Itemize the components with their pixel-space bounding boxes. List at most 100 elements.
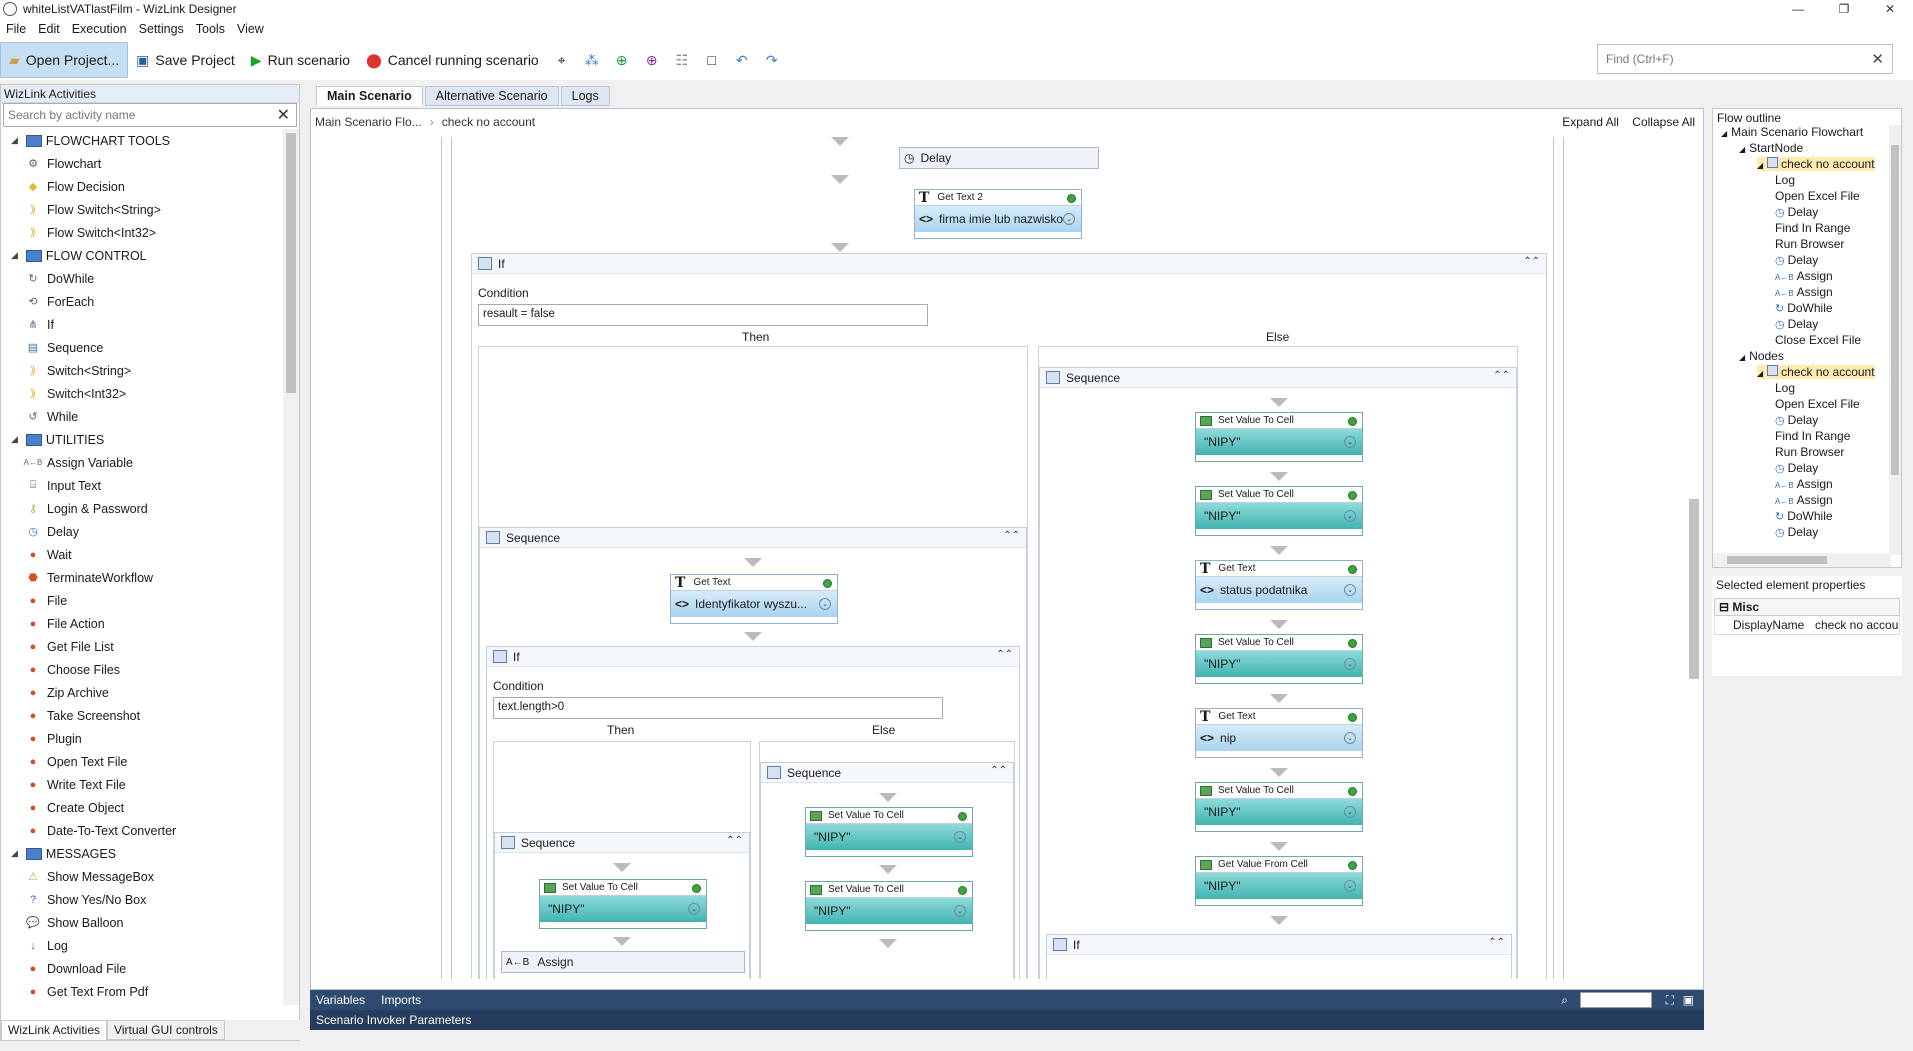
expander-icon[interactable]: ◢ [1739, 353, 1745, 362]
target-purple-icon[interactable]: ⊕ [637, 42, 667, 78]
get-text-activity[interactable]: T Get Text <> Identyfikator wyszu... ⌄ [670, 574, 838, 624]
outline-node[interactable]: Close Excel File [1775, 333, 1861, 347]
activity-item[interactable]: ⟲ ForEach [1, 290, 283, 313]
close-button[interactable]: ✕ [1867, 0, 1913, 18]
activity-item[interactable]: ● File Action [1, 612, 283, 635]
outline-node[interactable]: Run Browser [1775, 237, 1844, 251]
category-flow-control[interactable]: ◢ FLOW CONTROL [1, 244, 283, 267]
chevron-down-icon[interactable]: ⌄ [688, 903, 700, 915]
activity-item[interactable]: ⬣ TerminateWorkflow [1, 566, 283, 589]
run-scenario-button[interactable]: ▶ Run scenario [243, 42, 358, 78]
outline-node[interactable]: Log [1775, 173, 1795, 187]
inner-then-sequence[interactable]: Sequence ⌃⌃ Set Value To Cell "NIPY" ⌄ A←B… [494, 832, 750, 979]
tab-wizlink-activities[interactable]: WizLink Activities [1, 1020, 108, 1040]
set-value-to-cell-activity[interactable]: Set Value To Cell "NIPY" ⌄ [1195, 634, 1363, 684]
redo-icon[interactable]: ↷ [757, 42, 787, 78]
outline-scrollbar[interactable] [1889, 125, 1901, 555]
collapse-icon[interactable]: ⌃⌃ [1523, 256, 1540, 267]
activity-item[interactable]: ⟫ Switch<String> [1, 359, 283, 382]
crosshair-icon[interactable]: ⌖ [547, 42, 577, 78]
outline-node[interactable]: ↻ DoWhile [1775, 509, 1833, 523]
square-icon[interactable]: □ [697, 42, 727, 78]
activity-item[interactable]: ● Create Object [1, 796, 283, 819]
collapse-icon[interactable]: ⌃⌃ [990, 765, 1007, 776]
menu-view[interactable]: View [231, 22, 270, 36]
chevron-down-icon[interactable]: ⌄ [1063, 213, 1075, 225]
category-messages[interactable]: ◢ MESSAGES [1, 842, 283, 865]
activity-item[interactable]: ? Show Yes/No Box [1, 888, 283, 911]
overview-icon[interactable]: ▣ [1683, 993, 1694, 1007]
outline-node[interactable]: A←B Assign [1775, 269, 1833, 283]
set-value-to-cell-activity[interactable]: Set Value To Cell "NIPY" ⌄ [539, 879, 707, 929]
outline-node[interactable]: Log [1775, 381, 1795, 395]
outline-node[interactable]: Find In Range [1775, 221, 1850, 235]
if-inner-container[interactable]: If ⌃⌃ Condition text.length>0 Then Else S… [486, 646, 1020, 979]
chevron-down-icon[interactable]: ⌄ [819, 598, 831, 610]
activity-item[interactable]: ↺ While [1, 405, 283, 428]
chevron-down-icon[interactable]: ⌄ [1344, 510, 1356, 522]
then-branch[interactable]: Sequence ⌃⌃ T Get Text <> Identyfikator wys… [478, 346, 1028, 979]
else-sequence[interactable]: Sequence ⌃⌃ Set Value To Cell "NIPY" ⌄ Set V… [1039, 367, 1517, 979]
outline-node[interactable]: ◷ Delay [1775, 253, 1818, 267]
clear-find-icon[interactable]: ✕ [1871, 50, 1884, 68]
condition-input[interactable]: text.length>0 [493, 697, 943, 719]
delay-activity[interactable]: ◷ Delay [899, 147, 1099, 169]
activity-item[interactable]: ⌸ Input Text [1, 474, 283, 497]
collapse-all-button[interactable]: Collapse All [1632, 115, 1695, 129]
target-green-icon[interactable]: ⊕ [607, 42, 637, 78]
fit-screen-icon[interactable]: ⛶ [1666, 993, 1674, 1008]
tab-alternative-scenario[interactable]: Alternative Scenario [424, 86, 559, 106]
activity-item[interactable]: ⟫ Switch<Int32> [1, 382, 283, 405]
activity-search-input[interactable]: Search by activity name ✕ [3, 103, 297, 127]
activity-item[interactable]: A←B Assign Variable [1, 451, 283, 474]
else-if-container[interactable]: If ⌃⌃ [1046, 934, 1512, 979]
outline-node[interactable]: Run Browser [1775, 445, 1844, 459]
outline-node[interactable]: ◷ Delay [1775, 525, 1818, 539]
property-value[interactable]: check no account [1811, 616, 1899, 634]
zoom-search-icon[interactable]: ⌕ [1561, 993, 1568, 1008]
chevron-down-icon[interactable]: ⌄ [954, 831, 966, 843]
maximize-button[interactable]: ❐ [1821, 0, 1867, 18]
expand-all-button[interactable]: Expand All [1562, 115, 1619, 129]
activity-item[interactable]: ● Wait [1, 543, 283, 566]
set-value-to-cell-activity[interactable]: Set Value To Cell "NIPY" ⌄ [805, 807, 973, 857]
category-utilities[interactable]: ◢ UTILITIES [1, 428, 283, 451]
outline-node[interactable]: A←B Assign [1775, 493, 1833, 507]
tab-main-scenario[interactable]: Main Scenario [316, 86, 423, 106]
clear-search-icon[interactable]: ✕ [277, 105, 290, 125]
activity-item[interactable]: ◆ Flow Decision [1, 175, 283, 198]
activity-item[interactable]: ⚠ Show MessageBox [1, 865, 283, 888]
set-value-to-cell-activity[interactable]: Set Value To Cell "NIPY" ⌄ [805, 881, 973, 931]
collapse-icon[interactable]: ⌃⌃ [1003, 530, 1020, 541]
get-text-2-activity[interactable]: T Get Text 2 <> firma imie lub nazwisko ⌄ [914, 189, 1082, 239]
chevron-down-icon[interactable]: ⌄ [1344, 732, 1356, 744]
outline-node[interactable]: ◷ Delay [1775, 205, 1818, 219]
zoom-select[interactable] [1580, 992, 1652, 1008]
expander-icon[interactable]: ◢ [11, 848, 18, 859]
outline-hscrollbar[interactable] [1713, 553, 1891, 567]
outline-node[interactable]: ◢ check no account [1757, 157, 1875, 171]
inner-else-sequence[interactable]: Sequence ⌃⌃ Set Value To Cell "NIPY" ⌄ Set… [760, 762, 1014, 979]
if-outer-container[interactable]: If ⌃⌃ Condition resault = false Then Else… [471, 253, 1547, 979]
activity-item[interactable]: ⟫ Flow Switch<Int32> [1, 221, 283, 244]
nodes-icon[interactable]: ⁂ [577, 42, 607, 78]
outline-node[interactable]: ◢ StartNode [1739, 141, 1803, 155]
expander-icon[interactable]: ◢ [11, 135, 18, 146]
condition-input[interactable]: resault = false [478, 304, 928, 326]
activity-item[interactable]: 💬 Show Balloon [1, 911, 283, 934]
expander-icon[interactable]: ◢ [1721, 129, 1727, 138]
expander-icon[interactable]: ◢ [11, 250, 18, 261]
outline-node[interactable]: ◷ Delay [1775, 413, 1818, 427]
expander-icon[interactable]: ◢ [1757, 161, 1763, 170]
activity-item[interactable]: ↓ Log [1, 934, 283, 957]
outline-node[interactable]: Find In Range [1775, 429, 1850, 443]
activity-item[interactable]: ● Take Screenshot [1, 704, 283, 727]
activity-item[interactable]: ▤ Sequence [1, 336, 283, 359]
collapse-icon[interactable]: ⌃⌃ [996, 649, 1013, 660]
activity-item[interactable]: ● Get File List [1, 635, 283, 658]
set-value-to-cell-activity[interactable]: Set Value To Cell "NIPY" ⌄ [1195, 412, 1363, 462]
category-flowchart-tools[interactable]: ◢ FLOWCHART TOOLS [1, 129, 283, 152]
chevron-down-icon[interactable]: ⌄ [1344, 880, 1356, 892]
activity-item[interactable]: ● Date-To-Text Converter [1, 819, 283, 842]
activity-item[interactable]: ⋔ If [1, 313, 283, 336]
